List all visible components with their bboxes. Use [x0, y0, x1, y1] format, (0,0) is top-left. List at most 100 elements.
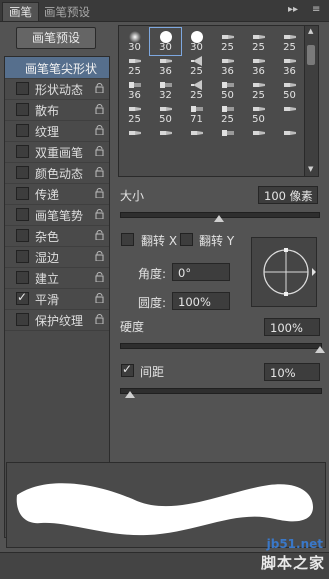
brush-option-11[interactable]: 平滑 — [5, 288, 109, 310]
bristle-brush-icon — [221, 31, 235, 41]
roundness-field[interactable]: 100% — [172, 292, 230, 310]
bristle-brush-icon — [128, 127, 142, 137]
flip-x-checkbox[interactable] — [121, 233, 134, 246]
brush-tip-cell[interactable]: 25 — [181, 76, 212, 103]
angle-field[interactable]: 0° — [172, 263, 230, 281]
lock-icon[interactable] — [95, 292, 104, 304]
flat-brush-icon — [190, 103, 204, 113]
brush-option-0[interactable]: 画笔笔尖形状 — [5, 57, 109, 79]
bristle-brush-icon — [252, 103, 266, 113]
spacing-checkbox[interactable] — [121, 362, 134, 377]
scroll-up-icon[interactable]: ▲ — [308, 27, 313, 35]
lock-icon[interactable] — [95, 124, 104, 136]
brush-option-10[interactable]: 建立 — [5, 267, 109, 289]
lock-icon[interactable] — [95, 145, 104, 157]
lock-icon[interactable] — [95, 313, 104, 325]
lock-icon[interactable] — [95, 166, 104, 178]
brush-option-1[interactable]: 形状动态 — [5, 78, 109, 100]
brush-option-8[interactable]: 杂色 — [5, 225, 109, 247]
brush-option-9[interactable]: 湿边 — [5, 246, 109, 268]
panel-menu-icon[interactable]: ≡ — [312, 4, 320, 15]
brush-tip-cell[interactable] — [243, 124, 274, 151]
angle-roundness-widget[interactable] — [251, 237, 317, 307]
brush-tip-cell[interactable]: 25 — [274, 28, 304, 55]
brush-tip-grid[interactable]: 30 30 30 25 25 25 25 36 25 36 36 36 36 32 25 50 25 50 25 50… — [118, 25, 305, 177]
brush-tip-cell[interactable] — [150, 124, 181, 151]
flip-y-checkbox[interactable] — [180, 233, 193, 246]
option-checkbox[interactable] — [16, 229, 29, 242]
spacing-slider-knob[interactable] — [125, 391, 135, 398]
brush-tip-cell[interactable]: 36 — [119, 76, 150, 103]
brush-option-3[interactable]: 纹理 — [5, 120, 109, 142]
lock-icon[interactable] — [95, 82, 104, 94]
option-label: 杂色 — [35, 230, 60, 244]
brush-tip-cell[interactable]: 25 — [212, 100, 243, 127]
brush-tip-cell[interactable] — [212, 124, 243, 151]
brush-tip-cell[interactable]: 36 — [150, 52, 181, 79]
brush-tip-cell[interactable]: 30 — [149, 27, 182, 56]
spacing-field[interactable]: 10% — [264, 363, 320, 381]
lock-icon[interactable] — [95, 271, 104, 283]
option-checkbox[interactable] — [16, 166, 29, 179]
option-checkbox[interactable] — [16, 82, 29, 95]
size-field[interactable]: 100 像素 — [258, 186, 318, 204]
brush-tip-cell[interactable]: 30 — [181, 28, 212, 55]
brush-tip-cell[interactable]: 25 — [119, 100, 150, 127]
brush-option-6[interactable]: 传递 — [5, 183, 109, 205]
brush-tip-cell[interactable]: 50 — [150, 100, 181, 127]
brush-tip-cell[interactable] — [181, 124, 212, 151]
scroll-down-icon[interactable]: ▼ — [308, 165, 313, 173]
option-checkbox[interactable] — [16, 208, 29, 221]
flat-brush-icon — [221, 127, 235, 137]
lock-icon[interactable] — [95, 187, 104, 199]
option-checkbox[interactable] — [16, 187, 29, 200]
brush-tip-cell[interactable] — [274, 100, 304, 127]
angle-label: 角度: — [138, 267, 167, 281]
brush-option-12[interactable]: 保护纹理 — [5, 309, 109, 331]
brush-tip-cell[interactable]: 36 — [243, 52, 274, 79]
lock-icon[interactable] — [95, 250, 104, 262]
tab-brush-presets[interactable]: 画笔预设 — [38, 3, 96, 21]
option-checkbox[interactable] — [16, 124, 29, 137]
brush-tip-cell[interactable]: 50 — [212, 76, 243, 103]
brush-tip-cell[interactable]: 25 — [243, 76, 274, 103]
collapse-icon[interactable]: ▸▸ — [288, 4, 298, 15]
brush-tip-cell[interactable]: 25 — [181, 52, 212, 79]
option-checkbox[interactable] — [16, 145, 29, 158]
lock-icon[interactable] — [95, 208, 104, 220]
brush-tip-cell[interactable]: 50 — [274, 76, 304, 103]
option-checkbox[interactable] — [16, 250, 29, 263]
hardness-label: 硬度 — [120, 320, 145, 334]
brush-option-4[interactable]: 双重画笔 — [5, 141, 109, 163]
hardness-slider[interactable] — [120, 343, 322, 349]
brush-tip-cell[interactable]: 50 — [243, 100, 274, 127]
option-label: 传递 — [35, 188, 60, 202]
brush-tip-cell[interactable]: 25 — [243, 28, 274, 55]
scrollbar-thumb[interactable] — [307, 45, 315, 65]
brush-tip-cell[interactable]: 71 — [181, 100, 212, 127]
brush-tip-cell[interactable]: 30 — [119, 28, 150, 55]
hardness-slider-knob[interactable] — [315, 346, 325, 353]
option-checkbox[interactable] — [16, 313, 29, 326]
option-checkbox[interactable] — [16, 290, 29, 305]
size-slider-knob[interactable] — [214, 215, 224, 222]
spacing-slider[interactable] — [120, 388, 322, 394]
option-checkbox[interactable] — [16, 271, 29, 284]
brush-grid-scrollbar[interactable]: ▲ ▼ — [304, 25, 319, 177]
lock-icon[interactable] — [95, 229, 104, 241]
brush-tip-cell[interactable]: 36 — [212, 52, 243, 79]
brush-option-2[interactable]: 散布 — [5, 99, 109, 121]
option-checkbox[interactable] — [16, 103, 29, 116]
tab-brush[interactable]: 画笔 — [2, 2, 39, 21]
brush-tip-cell[interactable]: 25 — [119, 52, 150, 79]
brush-tip-cell[interactable]: 32 — [150, 76, 181, 103]
brush-option-7[interactable]: 画笔笔势 — [5, 204, 109, 226]
brush-tip-cell[interactable] — [274, 124, 304, 151]
brush-option-5[interactable]: 颜色动态 — [5, 162, 109, 184]
brush-tip-cell[interactable] — [119, 124, 150, 151]
brush-presets-button[interactable]: 画笔预设 — [16, 27, 96, 49]
lock-icon[interactable] — [95, 103, 104, 115]
hardness-field[interactable]: 100% — [264, 318, 320, 336]
brush-tip-cell[interactable]: 25 — [212, 28, 243, 55]
brush-tip-cell[interactable]: 36 — [274, 52, 304, 79]
